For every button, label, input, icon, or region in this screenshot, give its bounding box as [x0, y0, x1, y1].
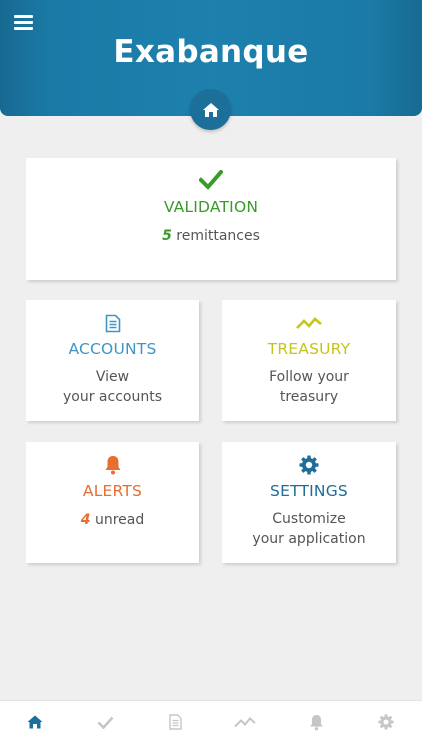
check-icon [97, 716, 113, 729]
validation-count: 5 [162, 228, 172, 244]
app-title: Exabanque [113, 34, 309, 70]
validation-card[interactable]: VALIDATION 5 remittances [26, 158, 396, 280]
home-button[interactable] [190, 89, 231, 130]
accounts-title: ACCOUNTS [68, 340, 157, 358]
chart-icon [222, 316, 396, 330]
menu-icon[interactable] [14, 15, 33, 31]
document-icon [168, 714, 182, 730]
nav-treasury[interactable] [233, 711, 257, 733]
settings-card[interactable]: SETTINGS Customize your application [222, 442, 396, 563]
alerts-title: ALERTS [82, 482, 143, 500]
treasury-line2: treasury [279, 389, 339, 405]
alerts-count: 4 [80, 512, 91, 528]
nav-home[interactable] [23, 711, 47, 733]
home-icon [202, 102, 219, 117]
chart-icon [234, 717, 256, 728]
gear-icon [378, 714, 394, 730]
home-icon [27, 715, 43, 729]
accounts-line2: your accounts [63, 389, 162, 405]
accounts-line1: View [95, 369, 130, 385]
nav-alerts[interactable] [304, 711, 328, 733]
document-icon [26, 314, 199, 333]
alerts-count-label: unread [94, 512, 145, 528]
alerts-card[interactable]: ALERTS 4 unread [26, 442, 199, 563]
validation-count-label: remittances [176, 228, 260, 244]
bottom-nav [0, 700, 422, 750]
nav-validation[interactable] [93, 711, 117, 733]
accounts-card[interactable]: ACCOUNTS View your accounts [26, 300, 199, 421]
treasury-line1: Follow your [269, 369, 349, 385]
validation-summary: 5 remittances [26, 226, 396, 246]
bell-icon [309, 714, 323, 730]
validation-title: VALIDATION [163, 198, 259, 216]
settings-line2: your application [252, 531, 366, 547]
check-icon [26, 170, 396, 190]
bell-icon [26, 455, 199, 475]
treasury-title: TREASURY [267, 340, 351, 358]
gear-icon [222, 455, 396, 475]
treasury-card[interactable]: TREASURY Follow your treasury [222, 300, 396, 421]
nav-settings[interactable] [374, 711, 398, 733]
nav-accounts[interactable] [163, 711, 187, 733]
settings-line1: Customize [272, 511, 346, 527]
settings-title: SETTINGS [270, 482, 348, 500]
alerts-summary: 4 unread [26, 510, 199, 530]
